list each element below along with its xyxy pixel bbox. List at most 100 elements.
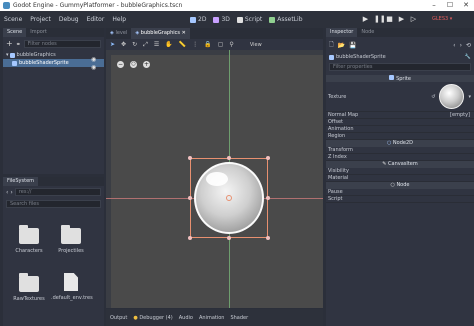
tab-debugger[interactable]: ● Debugger (4) [133,315,172,321]
path-field[interactable]: res:// [14,188,101,196]
resize-handle[interactable] [227,236,231,240]
maximize-button[interactable]: ☐ [442,0,458,11]
link-icon[interactable]: ⚭ [16,41,21,48]
history-back-icon[interactable]: ‹ [453,42,455,49]
select-tool-icon[interactable]: ➤ [110,41,115,48]
back-arrow-icon[interactable]: ‹ [6,189,8,196]
tab-inspector[interactable]: Inspector [326,28,358,37]
editor-tab-level[interactable]: ◈ level [106,28,131,39]
tab-filesystem[interactable]: FileSystem [3,177,39,186]
move-tool-icon[interactable]: ✥ [121,41,126,48]
fs-item-rawtextures[interactable]: RawTextures [9,273,49,302]
workspace-script[interactable]: Script [236,16,262,23]
prop-pause[interactable]: Pause [326,189,474,196]
object-history-icon[interactable]: ⟲ [466,42,471,49]
fs-item-characters[interactable]: Characters [9,225,49,254]
resize-handle[interactable] [227,156,231,160]
prop-region[interactable]: Region [326,133,474,140]
pause-icon[interactable]: ❚❚ [374,14,386,24]
tab-shader[interactable]: Shader [230,315,248,321]
visibility-eye-icon[interactable]: ◉ [91,64,96,71]
texture-preview[interactable] [439,84,465,109]
search-files-input[interactable]: Search files [6,200,101,208]
pan-tool-icon[interactable]: ✋ [165,41,172,48]
workspace-assetlib[interactable]: AssetLib [269,16,303,23]
filter-nodes-input[interactable]: Filter nodes [23,40,101,48]
zoom-out-icon[interactable]: − [117,61,124,68]
reset-icon[interactable]: ↺ [431,94,435,100]
visibility-eye-icon[interactable]: ◉ [91,56,96,63]
scale-tool-icon[interactable]: ⤢ [143,41,148,49]
resize-handle[interactable] [266,196,270,200]
tab-animation[interactable]: Animation [199,315,225,321]
add-node-icon[interactable]: + [6,40,13,48]
resize-handle[interactable] [266,236,270,240]
history-forward-icon[interactable]: › [460,42,462,49]
properties-menu-icon[interactable]: 🔧 [465,54,471,60]
filesystem-path-row: ‹ › res:// [3,186,104,198]
list-tool-icon[interactable]: ☰ [154,41,159,48]
resize-handle[interactable] [266,156,270,160]
tab-import[interactable]: Import [26,28,51,37]
tab-node[interactable]: Node [357,28,378,37]
filter-properties-input[interactable]: Filter properties [329,63,471,71]
tree-node-label: bubbleGraphics [16,52,56,58]
minimize-button[interactable]: – [426,0,442,11]
tab-scene[interactable]: Scene [3,28,27,37]
view-menu[interactable]: View [250,42,262,48]
fs-item-default-env[interactable]: .default_env.tres [51,273,93,301]
group-icon[interactable]: ▢ [218,41,224,48]
close-button[interactable]: ✕ [458,0,474,11]
menu-editor[interactable]: Editor [83,16,109,23]
prop-z-index[interactable]: Z Index [326,154,474,161]
menu-project[interactable]: Project [26,16,55,23]
play-scene-icon[interactable]: ▶ [398,14,405,24]
workspace-2d[interactable]: 2D [190,16,206,23]
new-resource-icon[interactable]: 🗋 [329,40,334,50]
editor-tab-bubblegraphics[interactable]: ◈ bubbleGraphics ✕ [131,28,190,39]
resize-handle[interactable] [188,196,192,200]
menu-debug[interactable]: Debug [55,16,83,23]
close-tab-icon[interactable]: ✕ [182,30,186,36]
bubble-highlight [206,172,228,186]
texture-row: Texture ↺ ▾ [326,82,474,112]
prop-normal-map[interactable]: Normal Map [empty] [326,112,474,119]
snap-icon[interactable]: ⋮ [192,41,198,48]
pivot-handle[interactable] [226,195,232,201]
prop-animation[interactable]: Animation [326,126,474,133]
menu-help[interactable]: Help [108,16,130,23]
collapse-arrow-icon[interactable]: ▾ [6,51,9,59]
fs-item-projectiles[interactable]: Projectiles [51,225,91,254]
zoom-reset-icon[interactable]: ○ [130,61,137,68]
prop-offset[interactable]: Offset [326,119,474,126]
zoom-in-icon[interactable]: + [143,61,150,68]
ruler-tool-icon[interactable]: 📏 [179,41,186,48]
prop-script[interactable]: Script [326,196,474,203]
play-icon[interactable]: ▶ [362,14,369,24]
menu-scene[interactable]: Scene [0,16,26,23]
tab-output[interactable]: Output [110,315,127,321]
rotate-tool-icon[interactable]: ↻ [132,41,137,48]
stop-icon[interactable]: ■ [386,14,393,24]
dropdown-arrow-icon[interactable]: ▾ [468,94,471,100]
viewport-2d[interactable]: − ○ + [106,50,323,308]
renderer-select[interactable]: GLES3 ▾ [432,16,452,22]
bones-icon[interactable]: ⚲ [229,41,233,48]
load-resource-icon[interactable]: 📂 [338,42,345,49]
tree-node-root[interactable]: ▾ bubbleGraphics [3,51,104,59]
workspace-3d[interactable]: 3D [213,16,230,23]
menu-bar: Scene Project Debug Editor Help 2D 3D Sc… [0,11,474,28]
forward-arrow-icon[interactable]: › [10,189,12,196]
prop-transform[interactable]: Transform [326,147,474,154]
class-header-node: ○ Node [326,182,474,189]
play-custom-icon[interactable]: ▷ [410,14,417,24]
tree-node-sprite[interactable]: bubbleShaderSprite [3,59,104,67]
prop-visibility[interactable]: Visibility [326,168,474,175]
resize-handle[interactable] [188,156,192,160]
resize-handle[interactable] [188,236,192,240]
lock-icon[interactable]: 🔒 [204,41,211,48]
normal-map-value[interactable]: [empty] [450,112,470,118]
prop-material[interactable]: Material [326,175,474,182]
tab-audio[interactable]: Audio [179,315,193,321]
save-resource-icon[interactable]: 💾 [349,42,356,49]
